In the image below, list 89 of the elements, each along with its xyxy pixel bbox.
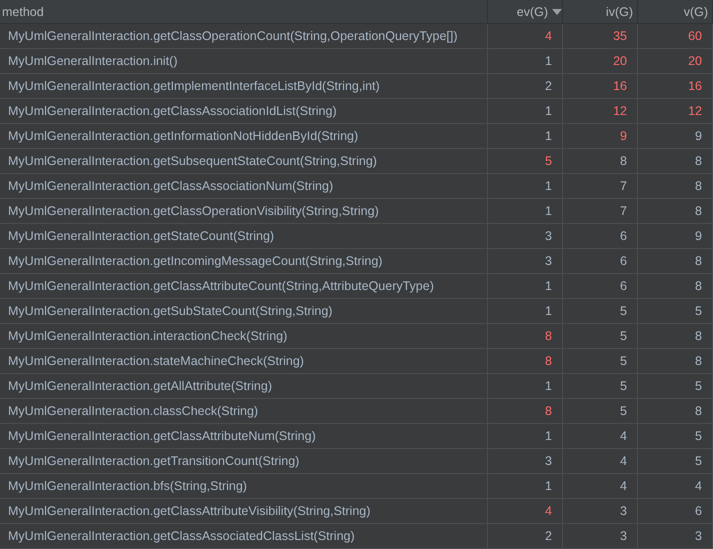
table-cell: 1 — [488, 424, 563, 449]
table-cell: 16 — [563, 74, 638, 99]
table-cell: MyUmlGeneralInteraction.getClassOperationVisibility(String,String) — [0, 199, 488, 224]
table-cell: MyUmlGeneralInteraction.getClassAssociatedClassList(String) — [0, 524, 488, 549]
table-cell: 3 — [488, 449, 563, 474]
table-cell: MyUmlGeneralInteraction.getTransitionCount(String) — [0, 449, 488, 474]
table-cell: 3 — [563, 499, 638, 524]
table-cell: 35 — [563, 24, 638, 49]
table-cell: 5 — [638, 374, 713, 399]
table-cell: MyUmlGeneralInteraction.init() — [0, 49, 488, 74]
table-cell: MyUmlGeneralInteraction.getClassAttributeNum(String) — [0, 424, 488, 449]
table-cell: 8 — [488, 349, 563, 374]
table-cell: 12 — [638, 99, 713, 124]
table-cell: 5 — [563, 349, 638, 374]
table-cell: MyUmlGeneralInteraction.classCheck(String) — [0, 399, 488, 424]
table-cell: 8 — [563, 149, 638, 174]
table-cell: MyUmlGeneralInteraction.getIncomingMessageCount(String,String) — [0, 249, 488, 274]
table-cell: 6 — [563, 274, 638, 299]
table-cell: 5 — [638, 424, 713, 449]
table-cell: 8 — [638, 274, 713, 299]
table-cell: 6 — [563, 224, 638, 249]
table-cell: MyUmlGeneralInteraction.getClassOperationCount(String,OperationQueryType[]) — [0, 24, 488, 49]
table-cell: 7 — [563, 174, 638, 199]
table-cell: 1 — [488, 49, 563, 74]
table-cell: 4 — [563, 449, 638, 474]
table-cell: 7 — [563, 199, 638, 224]
table-cell: 4 — [563, 424, 638, 449]
table-cell: 1 — [488, 274, 563, 299]
table-cell: 5 — [638, 299, 713, 324]
column-header[interactable]: v(G) — [638, 0, 713, 24]
table-cell: 8 — [638, 149, 713, 174]
table-cell: MyUmlGeneralInteraction.getSubsequentStateCount(String,String) — [0, 149, 488, 174]
column-header[interactable]: ev(G) — [488, 0, 563, 24]
table-cell: 2 — [488, 524, 563, 549]
table-cell: MyUmlGeneralInteraction.getClassAttributeCount(String,AttributeQueryType) — [0, 274, 488, 299]
table-cell: MyUmlGeneralInteraction.bfs(String,String) — [0, 474, 488, 499]
column-header[interactable]: iv(G) — [563, 0, 638, 24]
table-cell: 12 — [563, 99, 638, 124]
table-cell: 8 — [638, 324, 713, 349]
table-cell: 4 — [563, 474, 638, 499]
table-cell: 9 — [563, 124, 638, 149]
table-cell: 1 — [488, 124, 563, 149]
table-cell: MyUmlGeneralInteraction.getStateCount(String) — [0, 224, 488, 249]
table-cell: 1 — [488, 374, 563, 399]
table-cell: MyUmlGeneralInteraction.getAllAttribute(String) — [0, 374, 488, 399]
table-cell: 1 — [488, 174, 563, 199]
table-cell: MyUmlGeneralInteraction.interactionCheck(String) — [0, 324, 488, 349]
column-header[interactable]: method — [0, 0, 488, 24]
sort-down-icon — [552, 8, 562, 14]
table-cell: 5 — [563, 299, 638, 324]
table-cell: MyUmlGeneralInteraction.getClassAssociationNum(String) — [0, 174, 488, 199]
table-cell: 8 — [638, 399, 713, 424]
table-cell: 3 — [638, 524, 713, 549]
table-cell: 8 — [488, 324, 563, 349]
table-cell: 3 — [488, 224, 563, 249]
table-cell: 8 — [638, 249, 713, 274]
table-cell: 20 — [563, 49, 638, 74]
table-cell: 5 — [563, 399, 638, 424]
table-cell: 6 — [563, 249, 638, 274]
table-cell: 2 — [488, 74, 563, 99]
table-cell: 1 — [488, 199, 563, 224]
table-cell: 9 — [638, 224, 713, 249]
table-cell: 8 — [488, 399, 563, 424]
table-cell: MyUmlGeneralInteraction.stateMachineCheck(String) — [0, 349, 488, 374]
table-cell: MyUmlGeneralInteraction.getClassAttributeVisibility(String,String) — [0, 499, 488, 524]
table-cell: 3 — [488, 249, 563, 274]
table-cell: 5 — [563, 374, 638, 399]
table-cell: 4 — [638, 474, 713, 499]
table-cell: 3 — [563, 524, 638, 549]
table-cell: 1 — [488, 474, 563, 499]
table-cell: 8 — [638, 174, 713, 199]
table-cell: MyUmlGeneralInteraction.getSubStateCount(String,String) — [0, 299, 488, 324]
table-cell: 20 — [638, 49, 713, 74]
table-cell: 1 — [488, 299, 563, 324]
table-cell: 4 — [488, 24, 563, 49]
table-cell: 5 — [563, 324, 638, 349]
table-cell: MyUmlGeneralInteraction.getImplementInterfaceListById(String,int) — [0, 74, 488, 99]
table-cell: 8 — [638, 349, 713, 374]
table-cell: 8 — [638, 199, 713, 224]
table-cell: 16 — [638, 74, 713, 99]
table-cell: 5 — [488, 149, 563, 174]
table-cell: 5 — [638, 449, 713, 474]
table-cell: MyUmlGeneralInteraction.getInformationNotHiddenById(String) — [0, 124, 488, 149]
table-cell: 9 — [638, 124, 713, 149]
table-cell: 6 — [638, 499, 713, 524]
table-cell: 1 — [488, 99, 563, 124]
table-cell: 4 — [488, 499, 563, 524]
table-cell: MyUmlGeneralInteraction.getClassAssociationIdList(String) — [0, 99, 488, 124]
table-cell: 60 — [638, 24, 713, 49]
